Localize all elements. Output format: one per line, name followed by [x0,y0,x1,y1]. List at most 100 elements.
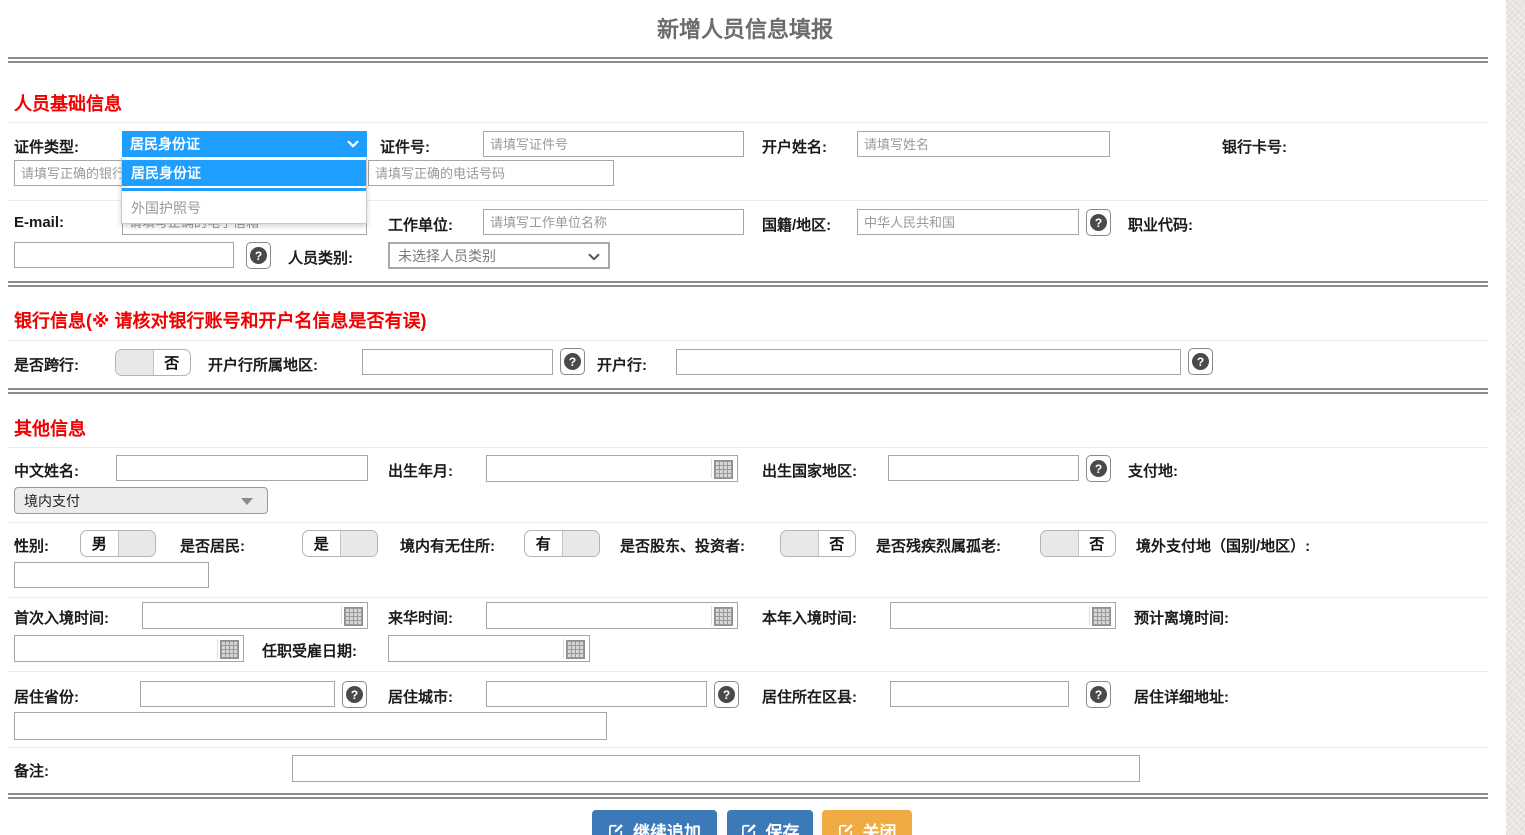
cross-bank-toggle[interactable]: 否 [115,349,191,376]
departure-date-input[interactable] [14,635,244,662]
city-help-button[interactable]: ? [714,681,739,708]
close-button[interactable]: 关闭 [822,810,912,835]
section-divider [8,57,1488,63]
id-type-dropdown-panel: 居民身份证 外国护照号 [121,158,367,224]
calendar-icon[interactable] [344,607,363,626]
chinese-name-input[interactable] [116,455,368,481]
employer-input[interactable] [483,209,744,235]
section-divider [8,281,1488,287]
occupation-help-button[interactable]: ? [246,242,271,269]
toggle-knob [781,531,819,556]
is-shareholder-toggle[interactable]: 否 [780,530,856,557]
question-icon: ? [1090,460,1107,477]
divider [1089,606,1090,625]
nationality-help-button[interactable]: ? [1086,209,1111,236]
other-info-heading: 其他信息 [14,415,86,441]
calendar-icon[interactable] [220,640,239,659]
calendar-icon[interactable] [566,640,585,659]
question-icon: ? [250,247,267,264]
question-icon: ? [1090,214,1107,231]
basic-info-heading: 人员基础信息 [14,90,122,116]
id-type-option-foreign-passport[interactable]: 外国护照号 [122,195,366,221]
toggle-value: 有 [525,531,562,556]
nationality-input[interactable] [857,209,1079,235]
year-entry-date-input[interactable] [890,602,1116,629]
is-resident-toggle[interactable]: 是 [302,530,378,557]
toggle-knob [340,531,378,556]
save-button[interactable]: 保存 [727,810,813,835]
row-divider [8,447,1488,448]
id-type-select[interactable]: 居民身份证 [122,131,367,157]
birth-date-label: 出生年月: [388,460,453,481]
page-background-strip [1506,0,1525,835]
has-domicile-label: 境内有无住所: [400,535,495,556]
birth-country-input[interactable] [888,455,1079,481]
id-type-option-resident-id[interactable]: 居民身份证 [122,160,366,186]
account-name-label: 开户姓名: [762,136,827,157]
birth-country-label: 出生国家地区: [762,460,857,481]
bank-region-input[interactable] [362,349,553,375]
birth-date-input[interactable] [486,455,738,482]
city-label: 居住城市: [388,686,453,707]
continue-add-button-label: 继续追加 [633,818,701,835]
row-divider [8,747,1488,748]
overseas-pay-input[interactable] [14,562,209,588]
id-type-selected-value: 居民身份证 [130,134,200,154]
is-shareholder-label: 是否股东、投资者: [620,535,745,556]
toggle-value: 男 [81,531,118,556]
calendar-icon[interactable] [714,460,733,479]
first-entry-date-input[interactable] [142,602,368,629]
remark-label: 备注: [14,760,49,781]
toggle-knob [1041,531,1079,556]
question-icon: ? [1192,353,1209,370]
occupation-input[interactable] [14,242,234,268]
county-help-button[interactable]: ? [1086,681,1111,708]
address-input[interactable] [14,712,607,740]
edit-icon [608,822,625,835]
edit-icon [741,822,758,835]
city-input[interactable] [486,681,707,707]
save-button-label: 保存 [766,818,800,835]
divider [341,606,342,625]
arrival-date-input[interactable] [486,602,738,629]
question-icon: ? [346,686,363,703]
province-help-button[interactable]: ? [342,681,367,708]
remark-input[interactable] [292,755,1140,782]
bank-name-help-button[interactable]: ? [1188,348,1213,375]
chevron-down-icon [587,250,601,264]
has-domicile-toggle[interactable]: 有 [524,530,600,557]
question-icon: ? [718,686,735,703]
province-input[interactable] [140,681,335,707]
county-input[interactable] [890,681,1069,707]
pay-place-selected-value: 境内支付 [24,491,80,511]
departure-label: 预计离境时间: [1134,607,1229,628]
bank-name-input[interactable] [676,349,1181,375]
divider [563,639,564,658]
birth-country-help-button[interactable]: ? [1086,455,1111,482]
cross-bank-label: 是否跨行: [14,354,79,375]
bank-region-label: 开户行所属地区: [208,354,318,375]
chinese-name-label: 中文姓名: [14,460,79,481]
person-type-select[interactable]: 未选择人员类别 [388,242,610,269]
phone-input[interactable] [368,160,614,186]
arrival-label: 来华时间: [388,607,453,628]
page-title: 新增人员信息填报 [0,12,1490,44]
divider [217,639,218,658]
section-divider [8,793,1488,799]
row-divider [8,122,1488,123]
calendar-icon[interactable] [1092,607,1111,626]
occupation-label: 职业代码: [1128,214,1193,235]
address-label: 居住详细地址: [1134,686,1229,707]
calendar-icon[interactable] [714,607,733,626]
id-number-input[interactable] [483,131,744,157]
pay-place-select[interactable]: 境内支付 [14,487,268,514]
continue-add-button[interactable]: 继续追加 [592,810,717,835]
gender-toggle[interactable]: 男 [80,530,156,557]
row-divider [8,340,1488,341]
toggle-value: 否 [154,350,191,375]
employment-date-input[interactable] [388,635,590,662]
is-disabled-family-toggle[interactable]: 否 [1040,530,1116,557]
bank-region-help-button[interactable]: ? [560,348,585,375]
divider [711,459,712,478]
account-name-input[interactable] [857,131,1110,157]
